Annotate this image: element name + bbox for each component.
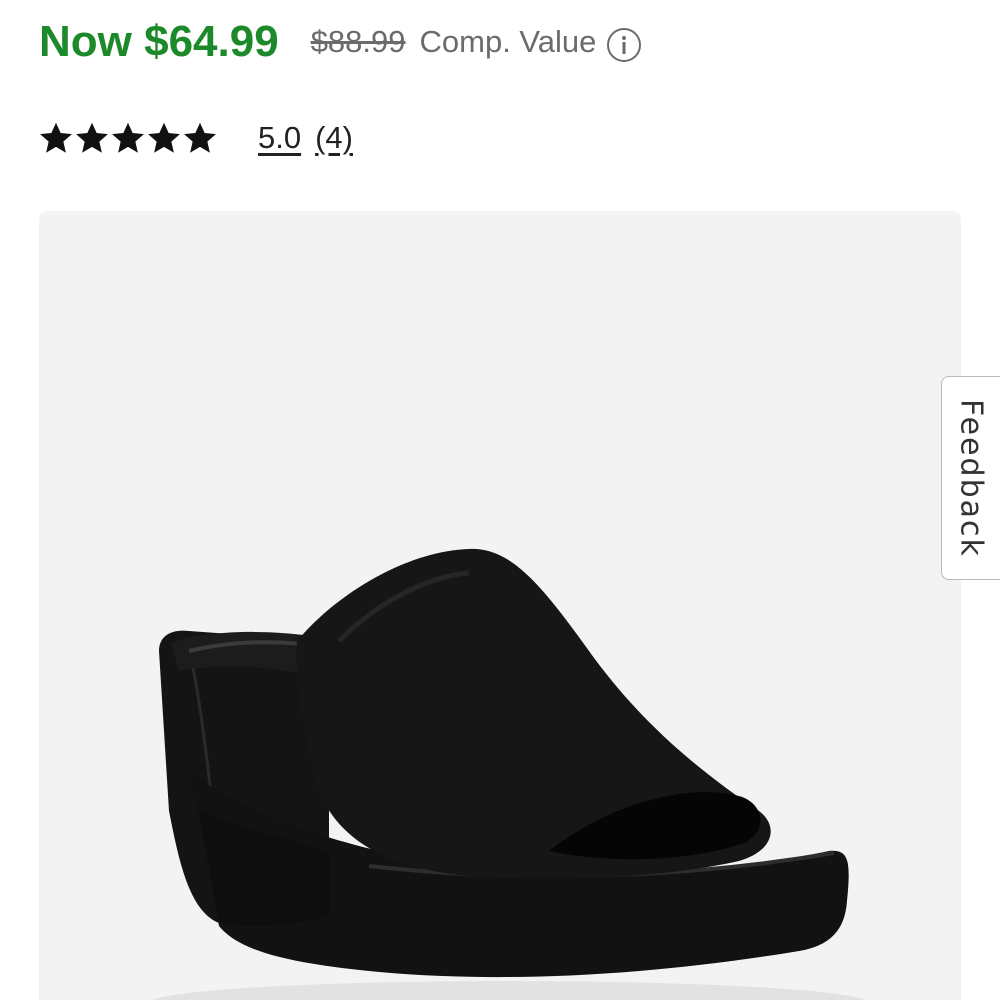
star-icon — [112, 122, 144, 153]
review-count-link[interactable]: (4) — [315, 120, 353, 156]
star-icon — [76, 122, 108, 153]
info-icon[interactable] — [606, 27, 642, 63]
rating-value-link[interactable]: 5.0 — [258, 120, 301, 156]
comp-value-label: Comp. Value — [419, 24, 597, 59]
star-rating — [38, 120, 218, 156]
price-row: Now $64.99 $88.99 Comp. Value — [39, 12, 642, 72]
original-price: $88.99 — [310, 24, 406, 59]
star-icon — [184, 122, 216, 153]
rating-row: 5.0 (4) — [38, 114, 353, 162]
feedback-tab[interactable]: Feedback — [941, 376, 1000, 580]
product-image — [152, 548, 866, 1000]
product-image-card[interactable] — [39, 211, 961, 1000]
star-icon — [40, 122, 72, 153]
star-icon — [148, 122, 180, 153]
current-price: Now $64.99 — [39, 17, 279, 66]
feedback-label: Feedback — [953, 398, 989, 558]
